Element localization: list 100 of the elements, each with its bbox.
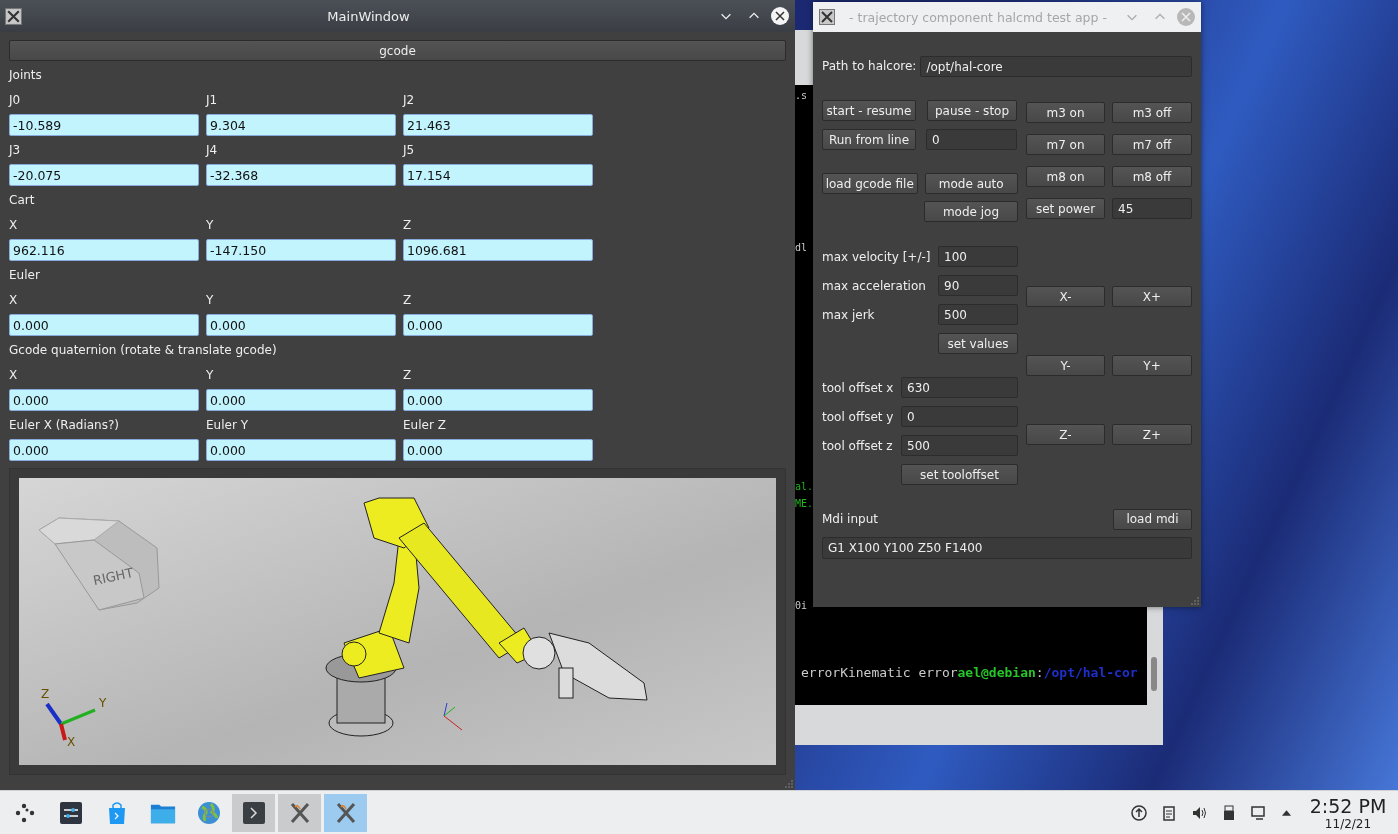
app-icon bbox=[819, 9, 835, 25]
field-label: Y bbox=[206, 218, 215, 232]
clock-date[interactable]: 11/2/21 bbox=[1324, 816, 1372, 831]
value-field[interactable]: -20.075 bbox=[9, 164, 199, 186]
jog-plus-button[interactable]: X+ bbox=[1112, 286, 1192, 307]
expand-tray-icon[interactable] bbox=[1281, 808, 1292, 817]
window-title: - trajectory component halcmd test app - bbox=[848, 9, 1108, 25]
scrollbar[interactable] bbox=[1151, 657, 1157, 691]
value-field[interactable]: 962.116 bbox=[9, 239, 199, 261]
terminal-text: errorKinematic error bbox=[801, 665, 958, 680]
taskbar-task[interactable] bbox=[278, 793, 321, 832]
field-label: Z bbox=[403, 368, 413, 382]
tool-offset-field[interactable]: 0 bbox=[901, 406, 1018, 427]
jog-plus-button[interactable]: Y+ bbox=[1112, 355, 1192, 376]
pause-stop-button[interactable]: pause - stop bbox=[927, 100, 1017, 121]
path-field[interactable]: /opt/hal-core bbox=[920, 55, 1192, 77]
gcode-button[interactable]: gcode bbox=[9, 40, 786, 61]
limit-label: max velocity [+/-] bbox=[822, 249, 932, 264]
field-label: J5 bbox=[403, 143, 416, 157]
settings-icon[interactable] bbox=[58, 800, 84, 825]
mode-auto-button[interactable]: mode auto bbox=[924, 173, 1018, 194]
value-field[interactable]: 17.154 bbox=[403, 164, 593, 186]
terminal-text: al. bbox=[795, 481, 814, 492]
jog-minus-button[interactable]: Y- bbox=[1026, 355, 1105, 376]
value-field[interactable]: -10.589 bbox=[9, 114, 199, 136]
limit-field[interactable]: 100 bbox=[938, 246, 1018, 267]
value-field[interactable]: 0.000 bbox=[206, 439, 396, 461]
power-field[interactable]: 45 bbox=[1112, 198, 1192, 219]
set-values-button[interactable]: set values bbox=[938, 333, 1018, 354]
tool-offset-field[interactable]: 500 bbox=[901, 435, 1018, 456]
taskbar-task[interactable] bbox=[324, 793, 367, 832]
terminal-text: ME. bbox=[795, 498, 814, 509]
terminal-text: .s bbox=[795, 90, 808, 101]
set-power-button[interactable]: set power bbox=[1026, 198, 1105, 219]
field-label: J0 bbox=[9, 93, 22, 107]
set-tooloffset-button[interactable]: set tooloffset bbox=[901, 464, 1018, 485]
origin-axis-icon bbox=[443, 702, 463, 731]
spindle-on-button[interactable]: m8 on bbox=[1026, 166, 1105, 187]
3d-viewport[interactable]: RIGHT Z Y X bbox=[19, 478, 776, 765]
jog-minus-button[interactable]: X- bbox=[1026, 286, 1105, 307]
limit-label: max acceleration bbox=[822, 278, 927, 293]
run-from-line-button[interactable]: Run from line bbox=[822, 129, 916, 150]
tool-offset-field[interactable]: 630 bbox=[901, 377, 1018, 398]
value-field[interactable]: 0.000 bbox=[403, 439, 593, 461]
spindle-off-button[interactable]: m3 off bbox=[1112, 102, 1192, 123]
start-resume-button[interactable]: start - resume bbox=[822, 100, 916, 121]
clock-time[interactable]: 2:52 PM bbox=[1309, 794, 1387, 817]
view-cube-icon[interactable]: RIGHT bbox=[38, 517, 160, 611]
terminal-text: dl bbox=[795, 242, 808, 253]
value-field[interactable]: 0.000 bbox=[403, 389, 593, 411]
section-heading: Cart bbox=[9, 192, 36, 209]
value-field[interactable]: -147.150 bbox=[206, 239, 396, 261]
line-number-field[interactable]: 0 bbox=[926, 129, 1017, 150]
globe-icon[interactable] bbox=[196, 800, 222, 825]
field-label: Z bbox=[403, 293, 413, 307]
resize-grip-icon[interactable] bbox=[785, 780, 793, 788]
app-icon bbox=[5, 7, 22, 25]
usb-drive-icon[interactable] bbox=[1221, 804, 1237, 821]
window-title: MainWindow bbox=[326, 8, 411, 24]
taskbar-task[interactable] bbox=[232, 793, 275, 832]
field-label: Z bbox=[403, 218, 413, 232]
value-field[interactable]: 9.304 bbox=[206, 114, 396, 136]
limit-field[interactable]: 500 bbox=[938, 304, 1018, 325]
value-field[interactable]: 21.463 bbox=[403, 114, 593, 136]
value-field[interactable]: 0.000 bbox=[206, 389, 396, 411]
terminal-icon bbox=[240, 800, 267, 825]
value-field[interactable]: 0.000 bbox=[206, 314, 396, 336]
value-field[interactable]: 0.000 bbox=[9, 439, 199, 461]
value-field[interactable]: 0.000 bbox=[9, 389, 199, 411]
limit-field[interactable]: 90 bbox=[938, 275, 1018, 296]
field-label: J1 bbox=[206, 93, 219, 107]
mdi-label: Mdi input bbox=[822, 512, 878, 526]
tool-offset-label: tool offset y bbox=[822, 409, 895, 424]
jog-plus-button[interactable]: Z+ bbox=[1112, 424, 1192, 445]
tool-offset-label: tool offset z bbox=[822, 438, 894, 453]
jog-minus-button[interactable]: Z- bbox=[1026, 424, 1105, 445]
field-label: X bbox=[9, 218, 19, 232]
close-icon[interactable] bbox=[771, 7, 789, 25]
clipboard-icon[interactable] bbox=[1161, 804, 1177, 821]
section-heading: Gcode quaternion (rotate & translate gcode) bbox=[9, 342, 278, 359]
path-label: Path to halcore: bbox=[822, 59, 917, 73]
field-label: Y bbox=[206, 368, 215, 382]
mode-jog-button[interactable]: mode jog bbox=[924, 201, 1018, 222]
spindle-on-button[interactable]: m7 on bbox=[1026, 134, 1105, 155]
value-field[interactable]: 0.000 bbox=[403, 314, 593, 336]
load-gcode-button[interactable]: load gcode file bbox=[822, 173, 918, 194]
mdi-field[interactable]: G1 X100 Y100 Z50 F1400 bbox=[822, 537, 1192, 559]
value-field[interactable]: 1096.681 bbox=[403, 239, 593, 261]
spindle-off-button[interactable]: m7 off bbox=[1112, 134, 1192, 155]
resize-grip-icon[interactable] bbox=[1191, 597, 1199, 605]
field-label: J4 bbox=[206, 143, 219, 157]
field-label: Euler X (Radians?) bbox=[9, 418, 120, 432]
value-field[interactable]: 0.000 bbox=[9, 314, 199, 336]
value-field[interactable]: -32.368 bbox=[206, 164, 396, 186]
load-mdi-button[interactable]: load mdi bbox=[1113, 508, 1192, 530]
spindle-on-button[interactable]: m3 on bbox=[1026, 102, 1105, 123]
field-label: J2 bbox=[403, 93, 416, 107]
terminal-text: /opt/hal-cor bbox=[1043, 665, 1138, 680]
spindle-off-button[interactable]: m8 off bbox=[1112, 166, 1192, 187]
terminal-text: 0i bbox=[795, 600, 808, 611]
